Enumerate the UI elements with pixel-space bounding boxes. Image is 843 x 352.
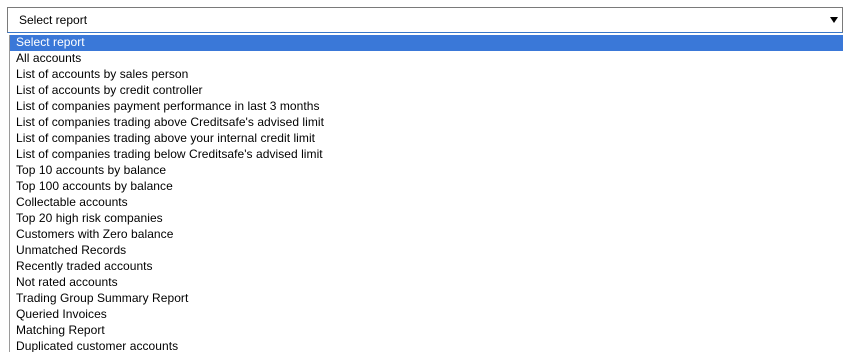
report-option-above-internal-limit[interactable]: List of companies trading above your int… bbox=[10, 131, 843, 147]
report-option-recently-traded[interactable]: Recently traded accounts bbox=[10, 259, 843, 275]
report-option-top-20-high-risk[interactable]: Top 20 high risk companies bbox=[10, 211, 843, 227]
report-option-by-sales-person[interactable]: List of accounts by sales person bbox=[10, 67, 843, 83]
report-option-queried-invoices[interactable]: Queried Invoices bbox=[10, 307, 843, 323]
report-option-top-10-balance[interactable]: Top 10 accounts by balance bbox=[10, 163, 843, 179]
report-option-not-rated[interactable]: Not rated accounts bbox=[10, 275, 843, 291]
report-option-unmatched-records[interactable]: Unmatched Records bbox=[10, 243, 843, 259]
report-option-collectable-accounts[interactable]: Collectable accounts bbox=[10, 195, 843, 211]
report-option-zero-balance[interactable]: Customers with Zero balance bbox=[10, 227, 843, 243]
report-option-duplicated-customers[interactable]: Duplicated customer accounts bbox=[10, 339, 843, 352]
report-options-list: Select report All accounts List of accou… bbox=[9, 35, 843, 352]
report-select[interactable]: Select report bbox=[7, 7, 843, 33]
chevron-down-icon[interactable] bbox=[826, 8, 842, 32]
report-option-by-credit-controller[interactable]: List of accounts by credit controller bbox=[10, 83, 843, 99]
report-option-all-accounts[interactable]: All accounts bbox=[10, 51, 843, 67]
report-option-select-report[interactable]: Select report bbox=[10, 35, 843, 51]
report-option-matching-report[interactable]: Matching Report bbox=[10, 323, 843, 339]
report-option-trading-group-summary[interactable]: Trading Group Summary Report bbox=[10, 291, 843, 307]
report-option-above-advised-limit[interactable]: List of companies trading above Creditsa… bbox=[10, 115, 843, 131]
report-option-below-advised-limit[interactable]: List of companies trading below Creditsa… bbox=[10, 147, 843, 163]
report-select-value: Select report bbox=[19, 13, 88, 27]
report-option-payment-performance[interactable]: List of companies payment performance in… bbox=[10, 99, 843, 115]
report-option-top-100-balance[interactable]: Top 100 accounts by balance bbox=[10, 179, 843, 195]
